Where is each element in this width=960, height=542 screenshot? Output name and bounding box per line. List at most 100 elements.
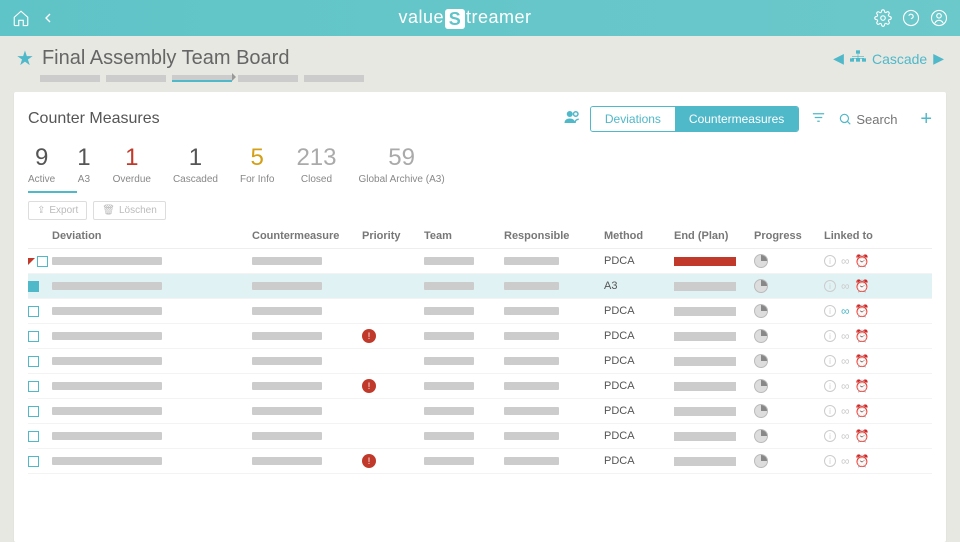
tab-active[interactable]	[172, 75, 232, 82]
export-button[interactable]: ⇪ Export	[28, 201, 87, 220]
info-icon[interactable]: i	[824, 405, 836, 417]
checkbox[interactable]	[28, 281, 39, 292]
method-text: A3	[604, 280, 674, 292]
view-toggle: Deviations Countermeasures	[590, 106, 799, 132]
table-row[interactable]: !PDCAi∞⏰	[28, 449, 932, 474]
alarm-icon[interactable]: ⏰	[855, 454, 870, 468]
alarm-icon[interactable]: ⏰	[855, 254, 870, 268]
tab[interactable]	[106, 75, 166, 82]
info-icon[interactable]: i	[824, 305, 836, 317]
stat-global-archive-a3-[interactable]: 59Global Archive (A3)	[359, 144, 467, 193]
info-icon[interactable]: i	[824, 255, 836, 267]
link-icon[interactable]: ∞	[841, 429, 850, 443]
alarm-icon[interactable]: ⏰	[855, 354, 870, 368]
filter-icon[interactable]	[811, 110, 826, 129]
col-team[interactable]: Team	[424, 230, 504, 242]
link-icon[interactable]: ∞	[841, 279, 850, 293]
tab[interactable]	[40, 75, 100, 82]
checkbox[interactable]	[28, 331, 39, 342]
table-row[interactable]: PDCAi∞⏰	[28, 424, 932, 449]
table-row[interactable]: PDCAi∞⏰	[28, 299, 932, 324]
alarm-icon[interactable]: ⏰	[855, 329, 870, 343]
user-icon[interactable]	[930, 9, 948, 27]
chevron-left-icon[interactable]: ◀	[833, 50, 844, 67]
col-progress[interactable]: Progress	[754, 230, 824, 242]
col-end[interactable]: End (Plan)	[674, 230, 754, 242]
deviation-text	[52, 382, 162, 390]
responsible-text	[504, 382, 559, 390]
table-row[interactable]: A3 i ∞ ⏰	[28, 274, 932, 299]
alarm-icon[interactable]: ⏰	[855, 304, 870, 318]
table-row[interactable]: PDCAi∞⏰	[28, 399, 932, 424]
link-icon[interactable]: ∞	[841, 304, 850, 318]
help-icon[interactable]	[902, 9, 920, 27]
table-row[interactable]: PDCAi∞⏰	[28, 349, 932, 374]
checkbox[interactable]	[37, 256, 48, 267]
col-method[interactable]: Method	[604, 230, 674, 242]
stat-cascaded[interactable]: 1Cascaded	[173, 144, 240, 193]
link-icon[interactable]: ∞	[841, 254, 850, 268]
people-icon[interactable]	[562, 108, 582, 131]
add-button[interactable]: +	[920, 108, 932, 131]
info-icon[interactable]: i	[824, 430, 836, 442]
team-text	[424, 457, 474, 465]
table-row[interactable]: !PDCAi∞⏰	[28, 324, 932, 349]
responsible-text	[504, 407, 559, 415]
info-icon[interactable]: i	[824, 455, 836, 467]
col-countermeasure[interactable]: Countermeasure	[252, 230, 362, 242]
stat-for-info[interactable]: 5For Info	[240, 144, 296, 193]
link-icon[interactable]: ∞	[841, 354, 850, 368]
responsible-text	[504, 457, 559, 465]
link-icon[interactable]: ∞	[841, 454, 850, 468]
cascade-nav[interactable]: ◀ Cascade ▶	[833, 50, 944, 67]
team-text	[424, 357, 474, 365]
team-text	[424, 407, 474, 415]
linked-icons: i ∞ ⏰	[824, 254, 904, 268]
info-icon[interactable]: i	[824, 330, 836, 342]
tab[interactable]	[238, 75, 298, 82]
info-icon[interactable]: i	[824, 380, 836, 392]
checkbox[interactable]	[28, 356, 39, 367]
method-text: PDCA	[604, 330, 674, 342]
tab[interactable]	[304, 75, 364, 82]
chevron-right-icon[interactable]: ▶	[933, 50, 944, 67]
link-icon[interactable]: ∞	[841, 404, 850, 418]
back-icon[interactable]	[40, 10, 56, 26]
col-responsible[interactable]: Responsible	[504, 230, 604, 242]
gear-icon[interactable]	[874, 9, 892, 27]
info-icon[interactable]: i	[824, 355, 836, 367]
link-icon[interactable]: ∞	[841, 379, 850, 393]
table-header: Deviation Countermeasure Priority Team R…	[28, 224, 932, 249]
toggle-deviations[interactable]: Deviations	[591, 107, 675, 131]
checkbox[interactable]	[28, 381, 39, 392]
table-row[interactable]: PDCAi∞⏰	[28, 249, 932, 274]
checkbox[interactable]	[28, 431, 39, 442]
stat-a3[interactable]: 1A3	[77, 144, 112, 193]
stat-active[interactable]: 9Active	[28, 144, 77, 193]
checkbox[interactable]	[28, 406, 39, 417]
linked-icons: i ∞ ⏰	[824, 379, 904, 393]
alarm-icon[interactable]: ⏰	[855, 404, 870, 418]
search-input[interactable]	[856, 112, 906, 127]
home-icon[interactable]	[12, 9, 30, 27]
alarm-icon[interactable]: ⏰	[855, 379, 870, 393]
table-row[interactable]: !PDCAi∞⏰	[28, 374, 932, 399]
toggle-countermeasures[interactable]: Countermeasures	[675, 107, 798, 131]
checkbox[interactable]	[28, 456, 39, 467]
star-icon[interactable]: ★	[16, 46, 34, 71]
alarm-icon[interactable]: ⏰	[855, 429, 870, 443]
col-linked[interactable]: Linked to	[824, 230, 904, 242]
delete-button[interactable]: 🗑 Löschen	[93, 201, 166, 220]
end-plan-bar	[674, 407, 736, 416]
team-text	[424, 382, 474, 390]
alarm-icon[interactable]: ⏰	[855, 279, 870, 293]
stat-closed[interactable]: 213Closed	[296, 144, 358, 193]
col-priority[interactable]: Priority	[362, 230, 424, 242]
search[interactable]	[838, 112, 906, 127]
checkbox[interactable]	[28, 306, 39, 317]
info-icon[interactable]: i	[824, 280, 836, 292]
stat-overdue[interactable]: 1Overdue	[113, 144, 173, 193]
col-deviation[interactable]: Deviation	[52, 230, 252, 242]
link-icon[interactable]: ∞	[841, 329, 850, 343]
end-plan-bar	[674, 307, 736, 316]
